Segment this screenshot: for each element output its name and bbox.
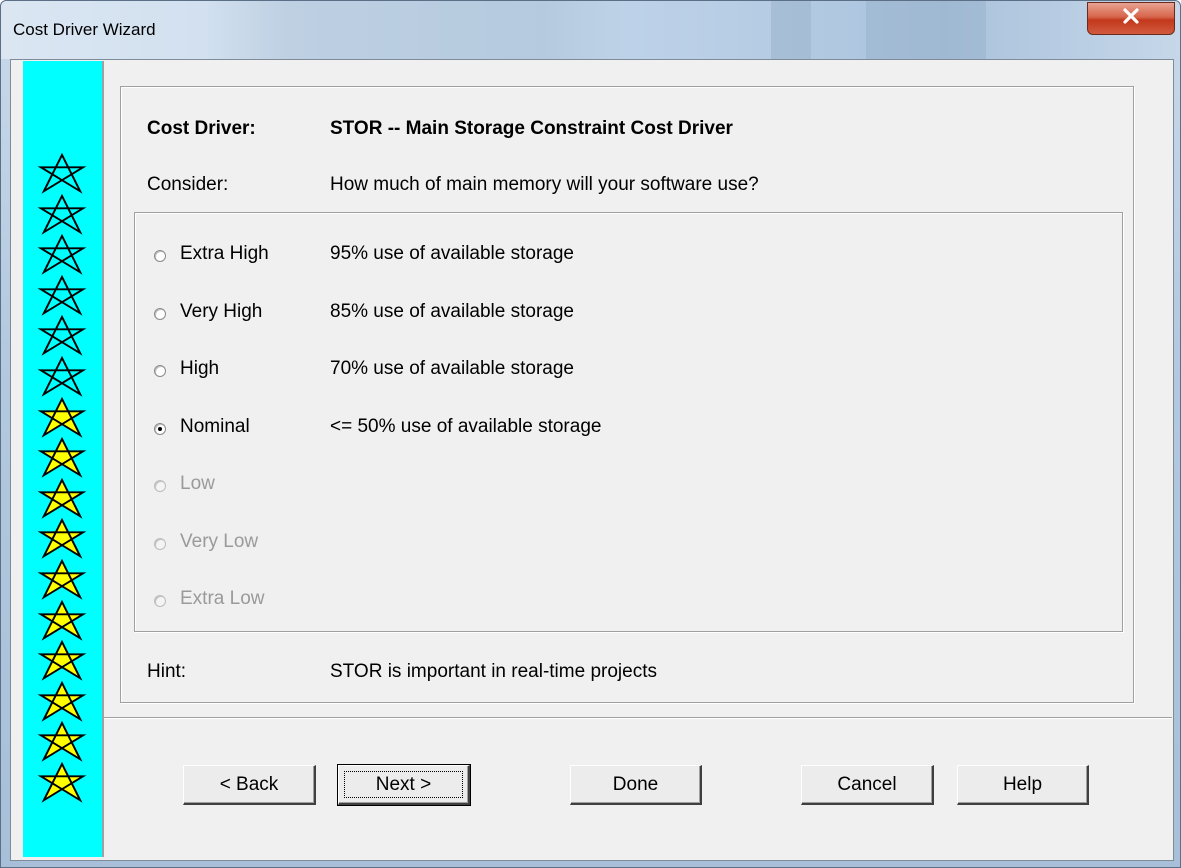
rating-description: 95% use of available storage <box>330 243 574 264</box>
rating-radio[interactable] <box>154 250 166 262</box>
focus-rect <box>344 771 463 798</box>
background-window-ghost <box>866 1 986 59</box>
close-button[interactable] <box>1087 2 1175 35</box>
outline-star-icon <box>37 315 87 359</box>
rating-label: Low <box>180 473 215 494</box>
rating-label: Extra Low <box>180 588 265 609</box>
rating-options-box <box>134 212 1123 632</box>
rating-description: <= 50% use of available storage <box>330 415 602 437</box>
help-button-label: Help <box>1002 773 1043 795</box>
filled-star-icon <box>37 437 87 481</box>
rating-description: 85% use of available storage <box>330 300 574 322</box>
next-button[interactable]: Next > <box>337 764 471 806</box>
background-window-ghost <box>771 1 811 59</box>
rating-radio[interactable] <box>154 365 166 377</box>
background-window-ghost <box>206 1 626 59</box>
help-button[interactable]: Help <box>957 765 1089 805</box>
rating-radio[interactable] <box>154 307 166 320</box>
consider-label: Consider: <box>147 174 229 195</box>
hint-text: STOR is important in real-time projects <box>330 661 657 682</box>
title-bar[interactable]: Cost Driver Wizard <box>1 1 1180 59</box>
rating-radio[interactable] <box>154 422 166 435</box>
filled-star-icon <box>37 518 87 562</box>
cost-driver-label: Cost Driver: <box>147 118 256 139</box>
back-button[interactable]: < Back <box>183 765 316 805</box>
rating-label: Very Low <box>180 530 259 552</box>
rating-label[interactable]: High <box>180 358 219 380</box>
outline-star-icon <box>37 356 87 400</box>
rating-description: 70% use of available storage <box>330 358 574 379</box>
filled-star-icon <box>37 559 87 603</box>
close-icon <box>1121 7 1141 30</box>
filled-star-icon <box>37 721 87 765</box>
window-title: Cost Driver Wizard <box>13 20 156 39</box>
outline-star-icon <box>37 153 87 197</box>
rating-radio <box>154 480 166 492</box>
filled-star-icon <box>37 762 87 806</box>
consider-question: How much of main memory will your softwa… <box>330 174 759 195</box>
filled-star-icon <box>37 396 87 441</box>
radio-selected-dot <box>158 426 162 431</box>
rating-label[interactable]: Nominal <box>180 416 250 438</box>
outline-star-icon <box>37 234 87 278</box>
divider <box>102 61 104 857</box>
cancel-button[interactable]: Cancel <box>801 765 934 805</box>
rating-radio <box>154 537 166 550</box>
filled-star-icon <box>37 640 87 684</box>
rating-label[interactable]: Extra High <box>180 243 269 265</box>
outline-star-icon <box>37 193 87 238</box>
outline-star-icon <box>37 274 87 319</box>
filled-star-icon <box>37 477 87 522</box>
rating-label[interactable]: Very High <box>180 301 262 323</box>
done-button[interactable]: Done <box>570 765 702 805</box>
filled-star-icon <box>37 680 87 725</box>
cancel-button-label: Cancel <box>837 773 897 795</box>
divider <box>104 718 1172 719</box>
back-button-label: < Back <box>219 773 279 795</box>
filled-star-icon <box>37 599 87 644</box>
cost-driver-value: STOR -- Main Storage Constraint Cost Dri… <box>330 118 733 139</box>
rating-radio <box>154 595 166 607</box>
done-button-label: Done <box>612 773 659 795</box>
hint-label: Hint: <box>147 661 187 682</box>
progress-stars-strip <box>23 61 102 857</box>
